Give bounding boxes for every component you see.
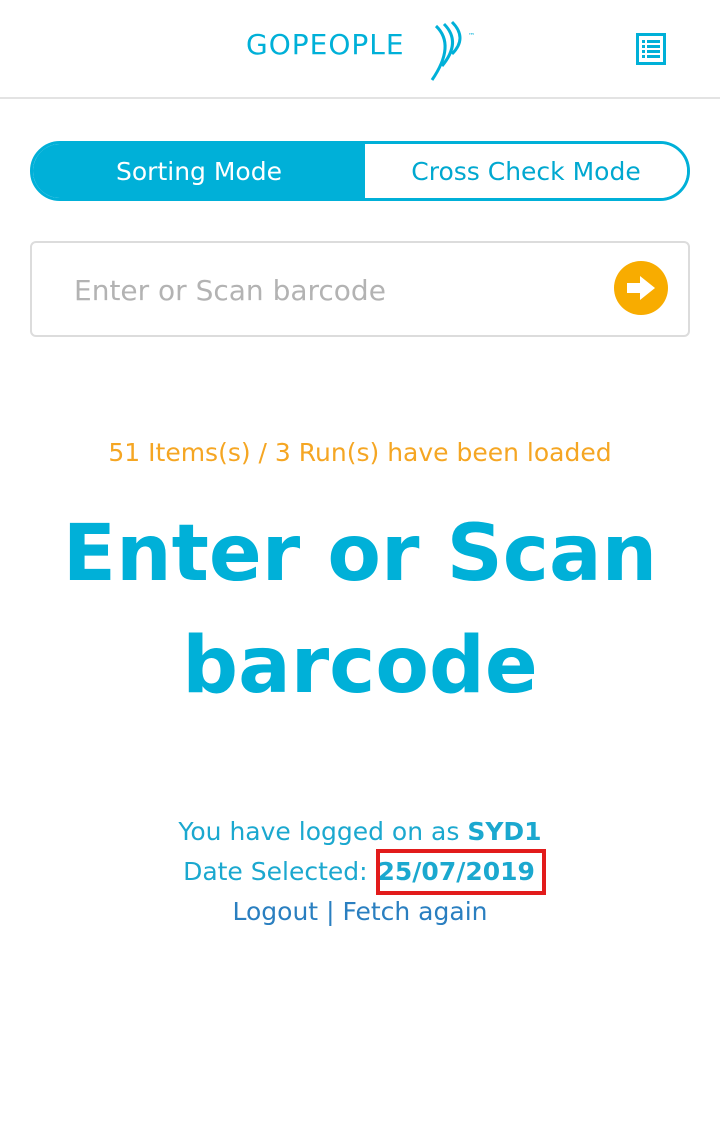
arrow-right-icon — [627, 276, 655, 300]
scan-prompt-line-1: Enter or Scan — [62, 509, 658, 599]
logo-text: GOPEOPLE — [246, 28, 405, 61]
mode-toggle: Sorting Mode Cross Check Mode — [30, 141, 690, 201]
barcode-input-box — [30, 241, 690, 337]
scan-prompt-heading: Enter or Scan barcode — [40, 498, 680, 722]
login-info: You have logged on as SYD1 — [0, 817, 720, 846]
date-highlight-box — [376, 849, 546, 895]
login-prefix: You have logged on as — [178, 817, 468, 846]
loaded-status-text: 51 Items(s) / 3 Run(s) have been loaded — [108, 438, 612, 467]
barcode-input[interactable] — [72, 263, 596, 317]
list-menu-icon[interactable] — [636, 33, 666, 65]
logged-user: SYD1 — [467, 817, 542, 846]
date-prefix: Date Selected: — [183, 857, 376, 886]
session-links: Logout | Fetch again — [0, 897, 720, 926]
link-separator: | — [326, 897, 335, 926]
date-info: Date Selected: 25/07/2019 — [0, 857, 720, 886]
scan-prompt-line-2: barcode — [182, 621, 538, 711]
cross-check-mode-button[interactable]: Cross Check Mode — [365, 144, 687, 198]
barcode-submit-button[interactable] — [614, 261, 668, 315]
sorting-mode-button[interactable]: Sorting Mode — [33, 144, 365, 198]
app-header: GOPEOPLE ™ — [0, 0, 720, 99]
logout-link[interactable]: Logout — [233, 897, 319, 926]
logo-trademark: ™ — [468, 32, 475, 40]
gopeople-logo: GOPEOPLE ™ — [246, 20, 475, 81]
fetch-again-link[interactable]: Fetch again — [342, 897, 487, 926]
